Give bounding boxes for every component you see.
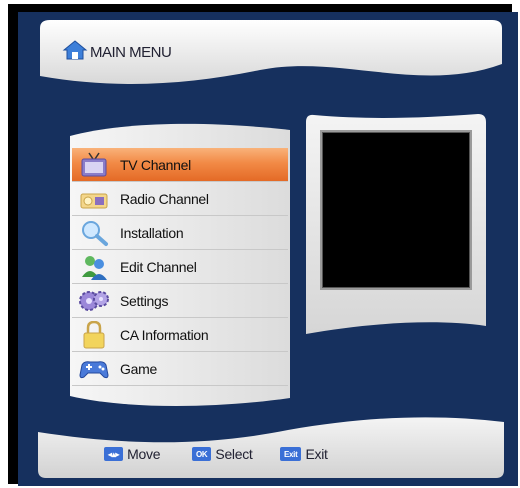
menu-item-label: Radio Channel xyxy=(120,190,209,207)
menu-item-label: Settings xyxy=(120,292,169,309)
home-icon xyxy=(62,39,88,61)
magnifier-icon xyxy=(76,218,112,248)
tv-frame: MAIN MENU TV Channel Radio Channel Insta… xyxy=(8,4,518,486)
menu-item-edit-channel[interactable]: Edit Channel xyxy=(72,250,288,284)
menu-item-label: Edit Channel xyxy=(120,258,197,275)
move-hint-label: Move xyxy=(127,446,161,462)
tv-icon xyxy=(76,150,112,180)
select-hint: OK Select xyxy=(192,446,253,462)
menu-panel: TV Channel Radio Channel Installation Ed… xyxy=(70,118,290,410)
menu-item-ca-information[interactable]: CA Information xyxy=(72,318,288,352)
menu-item-settings[interactable]: Settings xyxy=(72,284,288,318)
radio-icon xyxy=(76,184,112,214)
gears-icon xyxy=(76,286,112,316)
menu-item-game[interactable]: Game xyxy=(72,352,288,386)
footer-bar: ◂▴▸ Move OK Select Exit Exit xyxy=(38,412,504,478)
menu-list: TV Channel Radio Channel Installation Ed… xyxy=(72,148,288,386)
select-hint-label: Select xyxy=(215,446,253,462)
lock-icon xyxy=(76,320,112,350)
exit-hint-label: Exit xyxy=(305,446,328,462)
exit-key-icon: Exit xyxy=(280,447,302,461)
menu-item-label: Game xyxy=(120,360,157,377)
exit-hint: Exit Exit xyxy=(280,446,328,462)
menu-item-radio-channel[interactable]: Radio Channel xyxy=(72,182,288,216)
move-hint: ◂▴▸ Move xyxy=(104,446,161,462)
menu-item-label: Installation xyxy=(120,224,184,241)
main-menu-screen: MAIN MENU TV Channel Radio Channel Insta… xyxy=(18,12,518,486)
menu-item-label: TV Channel xyxy=(120,156,191,173)
menu-item-installation[interactable]: Installation xyxy=(72,216,288,250)
video-preview-window xyxy=(320,130,472,290)
gamepad-icon xyxy=(76,354,112,384)
ok-key-icon: OK xyxy=(192,447,212,461)
menu-item-label: CA Information xyxy=(120,326,209,343)
arrow-keys-icon: ◂▴▸ xyxy=(104,447,124,461)
menu-item-tv-channel[interactable]: TV Channel xyxy=(72,148,288,182)
page-title: MAIN MENU xyxy=(90,44,172,61)
preview-panel xyxy=(302,112,488,340)
footer-bar-shape xyxy=(38,417,504,478)
users-icon xyxy=(76,252,112,282)
header-banner: MAIN MENU xyxy=(40,20,502,90)
